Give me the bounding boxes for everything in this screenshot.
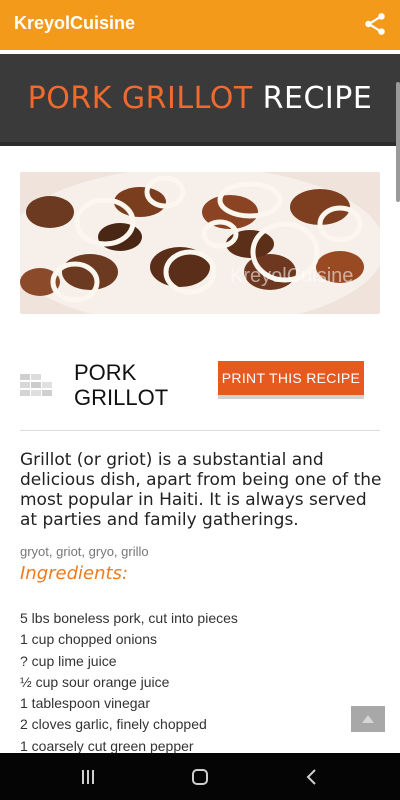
divider [20,430,380,431]
scroll-to-top-button[interactable] [351,706,385,732]
photo-watermark: KreyolCuisine [230,265,353,287]
recipe-thumbnail-icon [20,374,52,396]
hero-title-rest: RECIPE [262,80,373,116]
recipe-intro: Grillot (or griot) is a substantial and … [20,450,382,530]
recipe-header: PORK GRILLOT PRINT THIS RECIPE [20,360,380,420]
app-title: KreyolCuisine [14,13,136,33]
share-icon[interactable] [362,11,388,37]
recipe-tags: gryot, griot, gryo, grillo [20,544,149,559]
ingredient-item: ½ cup sour orange juice [20,673,170,690]
hero-title-accent: PORK GRILLOT [27,80,253,116]
ingredient-item: 1 tablespoon vinegar [20,695,150,712]
ingredient-item: ? cup lime juice [20,652,117,669]
print-recipe-button[interactable]: PRINT THIS RECIPE [218,361,364,395]
dish-photo-image: KreyolCuisine [20,172,380,314]
ingredient-item: 2 cloves garlic, finely chopped [20,716,207,733]
recipe-name-line2: GRILLOT [74,385,169,410]
back-icon[interactable] [298,763,326,791]
ingredient-item: 1 cup chopped onions [20,631,157,648]
ingredients-list: 5 lbs boneless pork, cut into pieces 1 c… [20,608,238,757]
home-icon[interactable] [186,763,214,791]
ingredient-item: 5 lbs boneless pork, cut into pieces [20,610,238,626]
arrow-up-icon [362,715,374,723]
dish-photo: KreyolCuisine [20,172,380,314]
app-bar: KreyolCuisine [0,0,400,50]
system-nav-bar [0,753,400,800]
recent-apps-icon[interactable] [74,763,102,791]
scrollbar-thumb[interactable] [396,82,400,202]
recipe-name: PORK GRILLOT [74,360,168,410]
ingredients-heading: Ingredients: [20,563,129,584]
hero-banner: PORK GRILLOT RECIPE [0,54,400,146]
recipe-name-line1: PORK [74,360,137,385]
